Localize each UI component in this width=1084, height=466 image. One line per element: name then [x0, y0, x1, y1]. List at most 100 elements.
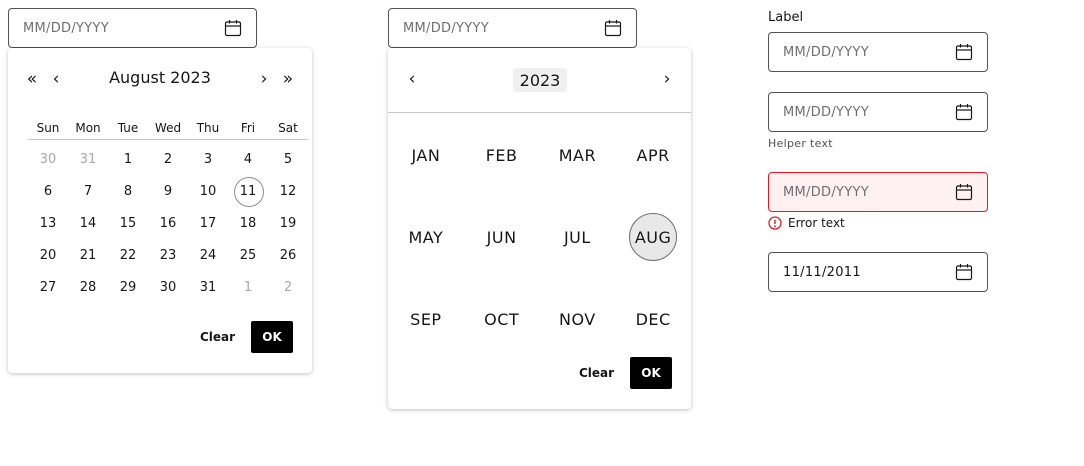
- prev-year-button[interactable]: ‹: [400, 64, 424, 94]
- day-number: 16: [159, 215, 177, 231]
- day-number: 25: [239, 247, 257, 263]
- labeled-date-input[interactable]: MM/DD/YYYY: [768, 32, 988, 72]
- next-year-button[interactable]: »: [276, 64, 300, 94]
- month-cell[interactable]: JUN: [464, 196, 540, 278]
- month-cell[interactable]: FEB: [464, 114, 540, 196]
- day-number: 3: [203, 151, 213, 167]
- next-month-button[interactable]: ›: [252, 64, 276, 94]
- day-cell[interactable]: 9: [148, 175, 188, 207]
- day-cell[interactable]: 13: [28, 207, 68, 239]
- month-label: JAN: [411, 145, 441, 165]
- day-cell-today[interactable]: 11: [228, 175, 268, 207]
- day-cell[interactable]: 30: [148, 271, 188, 303]
- month-label: NOV: [559, 309, 596, 329]
- day-cell[interactable]: 7: [68, 175, 108, 207]
- day-cell[interactable]: 2: [148, 143, 188, 175]
- day-cell[interactable]: 15: [108, 207, 148, 239]
- day-cell[interactable]: 6: [28, 175, 68, 207]
- day-cell[interactable]: 2: [268, 271, 308, 303]
- calendar-icon[interactable]: [224, 19, 242, 37]
- month-label: FEB: [485, 145, 518, 165]
- day-number: 13: [39, 215, 57, 231]
- month-cell-selected[interactable]: AUG: [615, 196, 691, 278]
- day-cell[interactable]: 27: [28, 271, 68, 303]
- day-number: 9: [163, 183, 173, 199]
- clear-button[interactable]: Clear: [579, 366, 614, 380]
- day-number: 4: [243, 151, 253, 167]
- day-cell[interactable]: 19: [268, 207, 308, 239]
- divider: [388, 112, 691, 113]
- month-cell[interactable]: MAY: [388, 196, 464, 278]
- day-cell[interactable]: 14: [68, 207, 108, 239]
- day-cell[interactable]: 22: [108, 239, 148, 271]
- day-cell[interactable]: 3: [188, 143, 228, 175]
- error-date-placeholder: MM/DD/YYYY: [783, 184, 869, 200]
- next-year-button[interactable]: ›: [655, 64, 679, 94]
- ok-button[interactable]: OK: [630, 357, 672, 389]
- month-cell[interactable]: MAR: [540, 114, 616, 196]
- month-label: SEP: [410, 309, 442, 329]
- filled-date-input[interactable]: 11/11/2011: [768, 252, 988, 292]
- day-cell[interactable]: 10: [188, 175, 228, 207]
- day-cell[interactable]: 24: [188, 239, 228, 271]
- clear-button[interactable]: Clear: [200, 330, 235, 344]
- date-input-2[interactable]: MM/DD/YYYY: [388, 8, 637, 48]
- day-cell[interactable]: 8: [108, 175, 148, 207]
- day-cell[interactable]: 25: [228, 239, 268, 271]
- month-label: JUN: [486, 227, 517, 247]
- calendar-icon[interactable]: [955, 103, 973, 121]
- day-cell[interactable]: 4: [228, 143, 268, 175]
- month-cell[interactable]: DEC: [615, 278, 691, 360]
- month-cell[interactable]: NOV: [540, 278, 616, 360]
- day-number: 10: [199, 183, 217, 199]
- month-cell[interactable]: JAN: [388, 114, 464, 196]
- calendar-icon[interactable]: [955, 183, 973, 201]
- day-cell[interactable]: 20: [28, 239, 68, 271]
- day-cell[interactable]: 26: [268, 239, 308, 271]
- day-cell[interactable]: 1: [108, 143, 148, 175]
- day-cell[interactable]: 28: [68, 271, 108, 303]
- error-date-input[interactable]: MM/DD/YYYY: [768, 172, 988, 212]
- day-cell[interactable]: 16: [148, 207, 188, 239]
- month-picker-popup: ‹ 2023 › JAN FEB MAR APR MAY JUN JUL AUG SEP OCT N…: [388, 48, 691, 409]
- month-cell[interactable]: JUL: [540, 196, 616, 278]
- calendar-icon[interactable]: [955, 263, 973, 281]
- day-cell[interactable]: 21: [68, 239, 108, 271]
- month-cell[interactable]: OCT: [464, 278, 540, 360]
- day-number: 29: [119, 279, 137, 295]
- year-selector[interactable]: 2023: [513, 68, 567, 92]
- day-number: 31: [79, 151, 97, 167]
- day-number: 2: [283, 279, 293, 295]
- day-number: 24: [199, 247, 217, 263]
- helper-date-input[interactable]: MM/DD/YYYY: [768, 92, 988, 132]
- months-grid: JAN FEB MAR APR MAY JUN JUL AUG SEP OCT NOV DEC: [388, 114, 691, 360]
- day-number: 17: [199, 215, 217, 231]
- calendar-icon[interactable]: [604, 19, 622, 37]
- day-cell[interactable]: 23: [148, 239, 188, 271]
- day-cell[interactable]: 1: [228, 271, 268, 303]
- day-cell[interactable]: 18: [228, 207, 268, 239]
- day-number: 30: [39, 151, 57, 167]
- day-number: 1: [123, 151, 133, 167]
- day-cell[interactable]: 31: [68, 143, 108, 175]
- date-input-1[interactable]: MM/DD/YYYY: [8, 8, 257, 48]
- day-cell[interactable]: 5: [268, 143, 308, 175]
- ok-button[interactable]: OK: [251, 321, 293, 353]
- weekday-label: Tue: [117, 121, 139, 135]
- day-number: 5: [283, 151, 293, 167]
- day-cell[interactable]: 30: [28, 143, 68, 175]
- day-number: 28: [79, 279, 97, 295]
- day-cell[interactable]: 31: [188, 271, 228, 303]
- month-label: JUL: [563, 227, 591, 247]
- month-cell[interactable]: APR: [615, 114, 691, 196]
- weekday-label: Sat: [278, 121, 298, 135]
- month-label: AUG: [634, 227, 672, 247]
- day-cell[interactable]: 29: [108, 271, 148, 303]
- error-circle-icon: [768, 216, 782, 230]
- calendar-icon[interactable]: [955, 43, 973, 61]
- weekday-header-row: Sun Mon Tue Wed Thu Fri Sat: [28, 120, 308, 140]
- day-cell[interactable]: 17: [188, 207, 228, 239]
- day-cell[interactable]: 12: [268, 175, 308, 207]
- month-cell[interactable]: SEP: [388, 278, 464, 360]
- day-number: 14: [79, 215, 97, 231]
